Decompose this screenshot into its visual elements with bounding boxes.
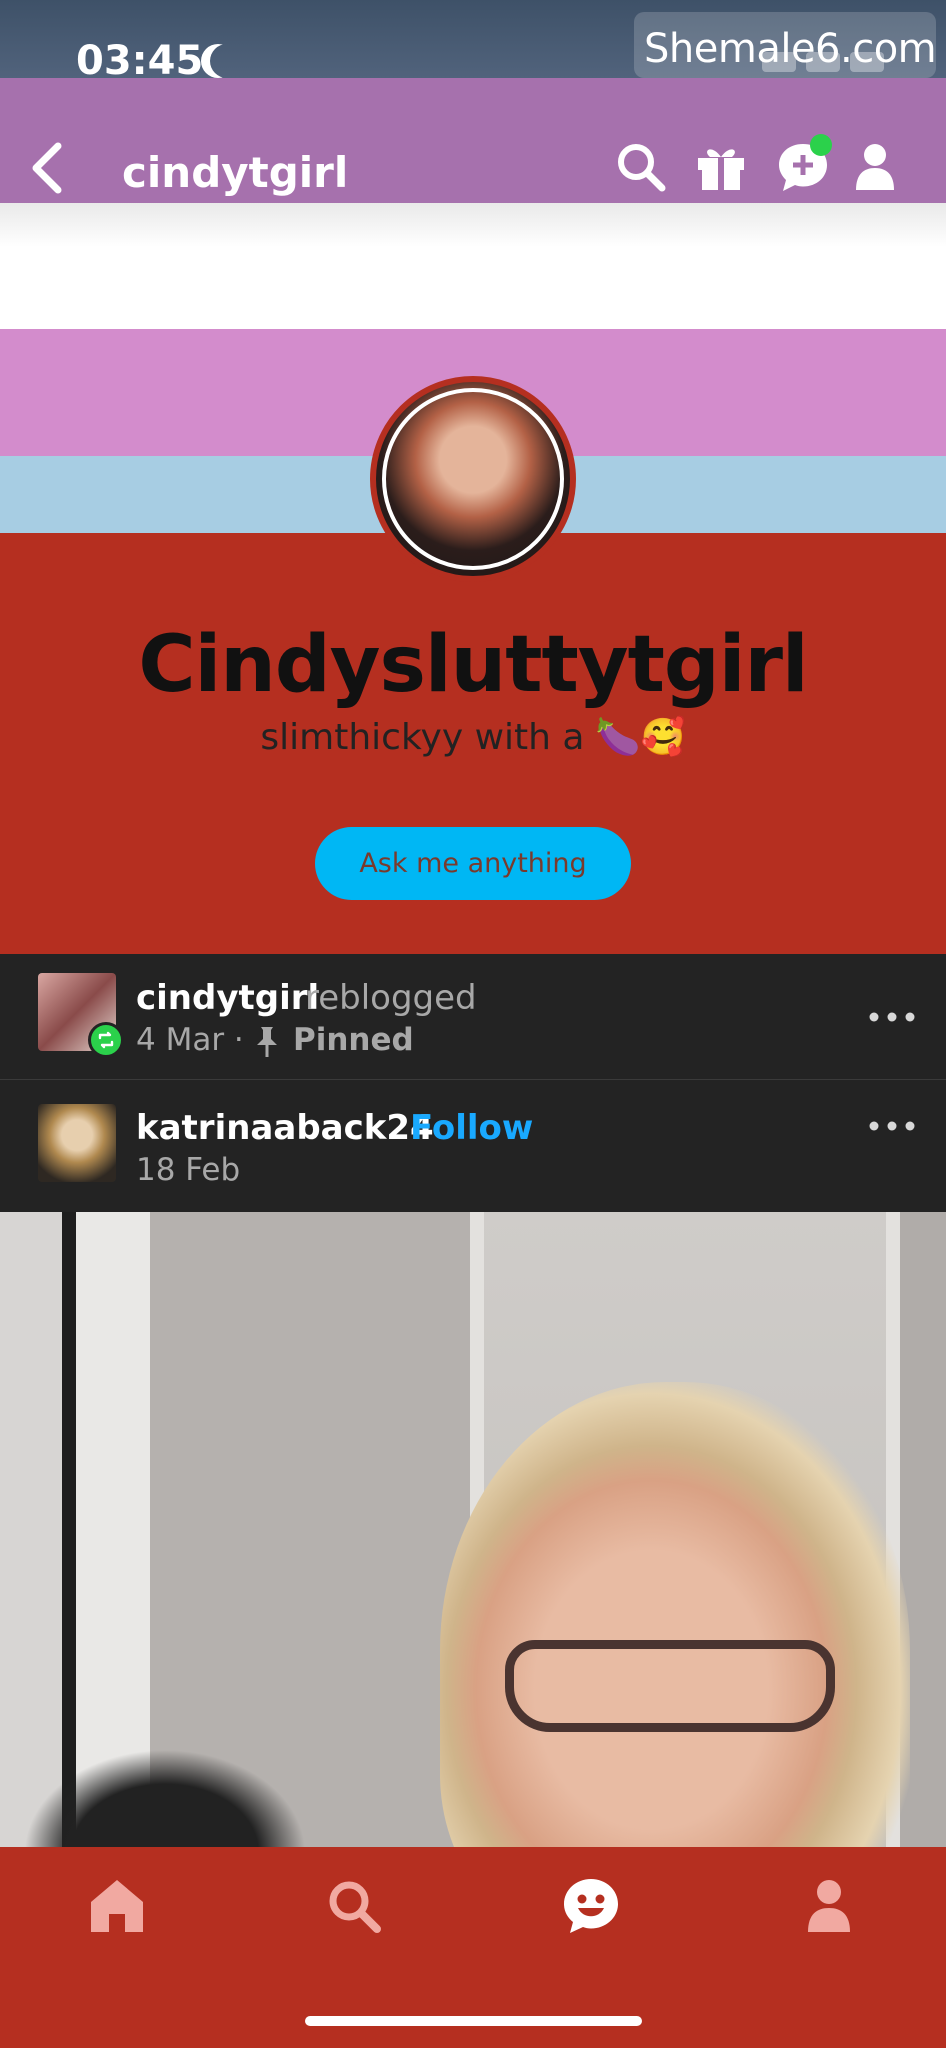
reblogged-label: reblogged [305,978,477,1018]
moon-icon [210,44,244,78]
author-avatar[interactable] [38,1104,116,1182]
avatar-ring [382,388,564,570]
author-name[interactable]: katrinaaback24 [136,1108,434,1148]
search-icon[interactable] [324,1876,384,1936]
post-divider [0,1079,946,1080]
more-options-icon[interactable] [868,1120,916,1132]
home-indicator [305,2016,642,2026]
photo-glasses [505,1640,835,1732]
header-stripe-white [0,203,946,329]
avatar[interactable] [370,376,576,582]
photo-foreground [0,1732,330,1847]
back-icon[interactable] [18,128,78,208]
home-icon[interactable] [87,1876,147,1936]
follow-button[interactable]: Follow [410,1108,533,1148]
gift-icon[interactable] [694,140,748,194]
reblog-badge [88,1022,124,1058]
post-photo[interactable] [0,1212,946,1847]
blog-name: cindytgirl [122,148,349,197]
more-options-icon[interactable] [868,1011,916,1023]
activity-icon[interactable] [561,1876,621,1936]
ask-me-anything-button[interactable]: Ask me anything [315,827,631,900]
post-date: 4 Mar · [136,1022,244,1058]
blog-description: slimthickyy with a 🍆🥰 [260,717,686,758]
account-icon[interactable] [799,1876,859,1936]
search-icon[interactable] [614,140,668,194]
author-post-date: 18 Feb [136,1152,241,1188]
account-icon[interactable] [848,140,902,194]
watermark: Shemale6.com [634,12,937,78]
pinned-label: Pinned [293,1022,414,1058]
blog-title: Cindysluttytgirl [138,620,808,710]
reblogger-name[interactable]: cindytgirl [136,978,319,1018]
reblog-icon [98,1031,114,1049]
pin-icon [257,1027,277,1057]
notification-dot [810,134,832,156]
